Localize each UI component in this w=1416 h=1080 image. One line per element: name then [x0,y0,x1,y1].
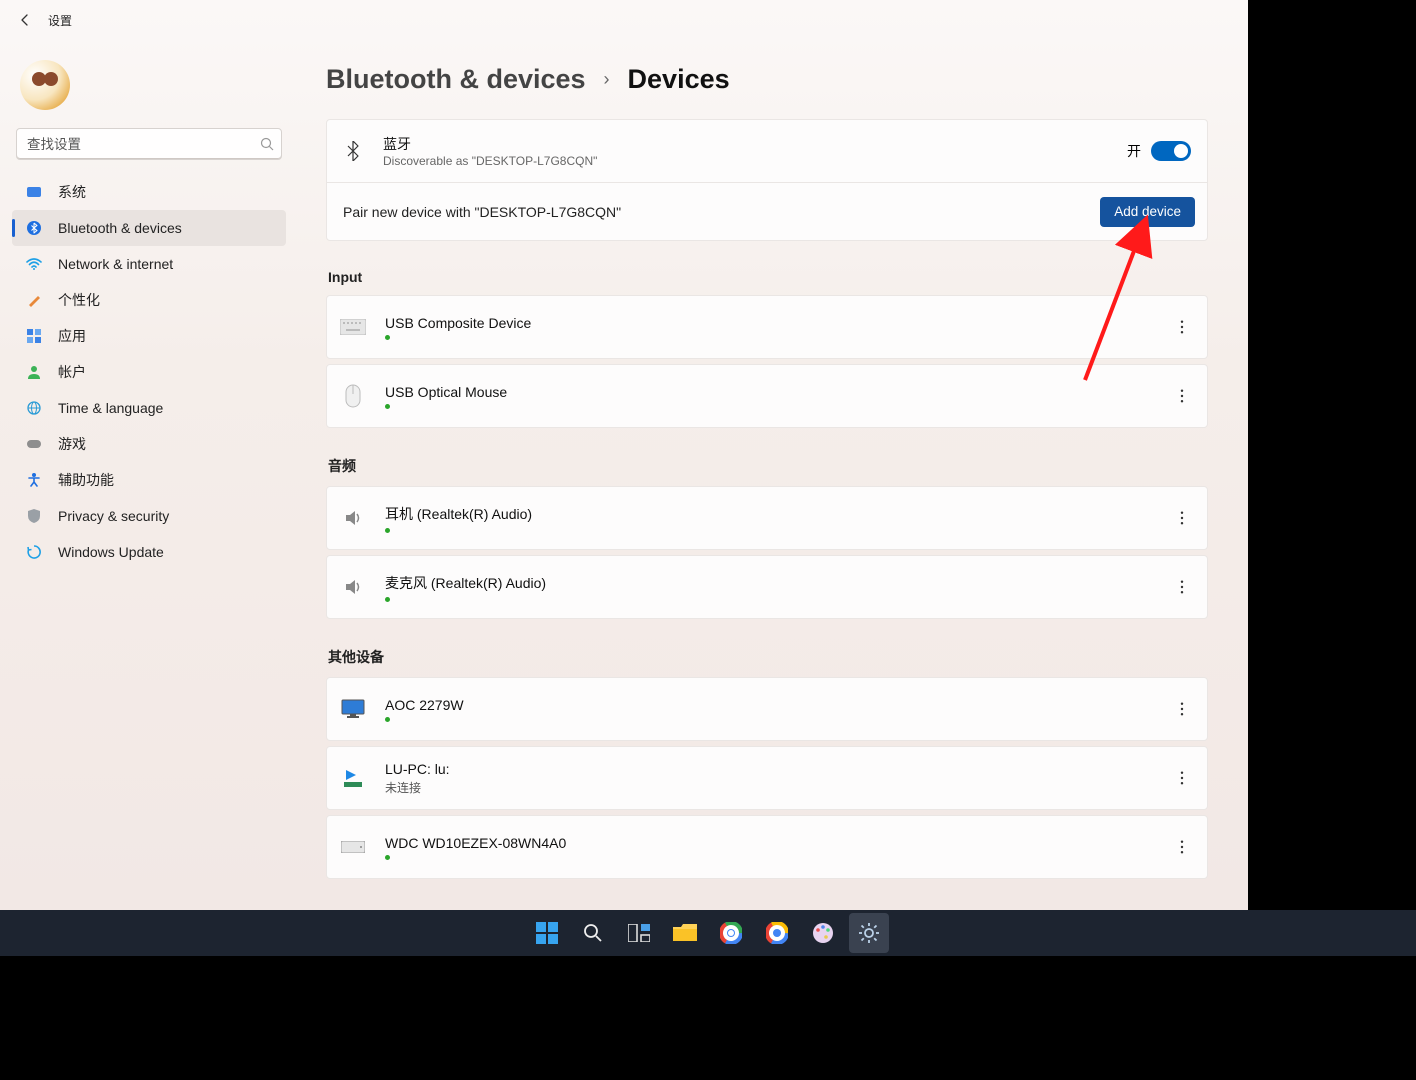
bluetooth-card: 蓝牙 Discoverable as "DESKTOP-L7G8CQN" 开 P… [326,119,1208,241]
breadcrumb-current: Devices [628,64,730,95]
device-more-button[interactable] [1165,379,1199,413]
breadcrumb: Bluetooth & devices › Devices [326,64,1208,95]
status-dot [385,717,390,722]
device-more-button[interactable] [1165,692,1199,726]
status-dot [385,528,390,533]
nav-network[interactable]: Network & internet [12,246,286,282]
bluetooth-icon [27,221,41,235]
nav-gaming[interactable]: 游戏 [12,426,286,462]
apps-icon [27,329,41,343]
device-more-button[interactable] [1165,830,1199,864]
device-more-button[interactable] [1165,501,1199,535]
speaker-icon [339,504,367,532]
nav-system[interactable]: 系统 [12,174,286,210]
search-icon [259,136,275,152]
device-row[interactable]: USB Optical Mouse [326,364,1208,428]
sidebar: 系统 Bluetooth & devices Network & interne… [0,40,296,910]
back-button[interactable] [8,3,42,37]
search-input[interactable] [27,137,259,152]
user-avatar[interactable] [20,60,70,110]
mic-icon [339,573,367,601]
titlebar: 设置 [0,0,1248,40]
nav-privacy[interactable]: Privacy & security [12,498,286,534]
add-device-button[interactable]: Add device [1100,197,1195,227]
chevron-right-icon: › [604,69,610,90]
bluetooth-icon [343,141,363,161]
device-more-button[interactable] [1165,761,1199,795]
bluetooth-title: 蓝牙 [383,134,597,154]
device-more-button[interactable] [1165,570,1199,604]
section-audio-title: 音频 [328,456,1208,476]
nav-bluetooth-devices[interactable]: Bluetooth & devices [12,210,286,246]
hdd-icon [339,833,367,861]
device-row[interactable]: WDC WD10EZEX-08WN4A0 [326,815,1208,879]
bluetooth-toggle-row: 蓝牙 Discoverable as "DESKTOP-L7G8CQN" 开 [327,120,1207,182]
nav-windows-update[interactable]: Windows Update [12,534,286,570]
taskbar [0,910,1416,956]
pair-device-row: Pair new device with "DESKTOP-L7G8CQN" A… [327,182,1207,240]
update-icon [27,545,41,559]
keyboard-icon [339,313,367,341]
device-more-button[interactable] [1165,310,1199,344]
gamepad-icon [26,438,42,450]
status-dot [385,335,390,340]
window-title: 设置 [48,12,72,29]
shield-icon [28,509,40,523]
settings-window: 设置 系统 Bluetooth & devices Network & inte… [0,0,1248,910]
mouse-icon [339,382,367,410]
device-row[interactable]: 麦克风 (Realtek(R) Audio) [326,555,1208,619]
nav-list: 系统 Bluetooth & devices Network & interne… [10,174,292,570]
taskbar-settings[interactable] [849,913,889,953]
taskbar-taskview[interactable] [619,913,659,953]
nav-accessibility[interactable]: 辅助功能 [12,462,286,498]
brush-icon [27,293,41,307]
arrow-left-icon [17,12,33,28]
monitor-icon [339,695,367,723]
bluetooth-toggle[interactable] [1151,141,1191,161]
nav-personalization[interactable]: 个性化 [12,282,286,318]
breadcrumb-parent[interactable]: Bluetooth & devices [326,64,586,95]
taskbar-search[interactable] [573,913,613,953]
taskbar-chrome-1[interactable] [711,913,751,953]
accessibility-icon [27,473,41,487]
nav-time-language[interactable]: Time & language [12,390,286,426]
status-dot [385,855,390,860]
nav-accounts[interactable]: 帐户 [12,354,286,390]
media-player-icon [339,764,367,792]
main-content: Bluetooth & devices › Devices 蓝牙 Discove… [296,40,1248,910]
taskbar-explorer[interactable] [665,913,705,953]
taskbar-start[interactable] [527,913,567,953]
device-row[interactable]: LU-PC: lu:未连接 [326,746,1208,810]
device-row[interactable]: AOC 2279W [326,677,1208,741]
wifi-icon [26,258,42,270]
pair-text: Pair new device with "DESKTOP-L7G8CQN" [343,204,1100,220]
taskbar-chrome-2[interactable] [757,913,797,953]
person-icon [27,365,41,379]
status-dot [385,404,390,409]
bluetooth-subtitle: Discoverable as "DESKTOP-L7G8CQN" [383,154,597,168]
status-dot [385,597,390,602]
section-other-title: 其他设备 [328,647,1208,667]
search-input-wrap[interactable] [16,128,282,160]
device-row[interactable]: USB Composite Device [326,295,1208,359]
nav-apps[interactable]: 应用 [12,318,286,354]
taskbar-paint[interactable] [803,913,843,953]
bluetooth-state-label: 开 [1127,141,1141,161]
globe-icon [27,401,41,415]
device-row[interactable]: 耳机 (Realtek(R) Audio) [326,486,1208,550]
section-input-title: Input [328,269,1208,285]
